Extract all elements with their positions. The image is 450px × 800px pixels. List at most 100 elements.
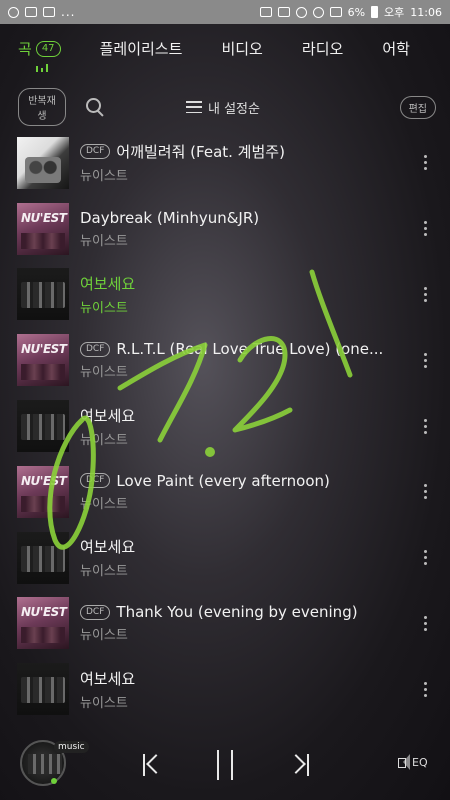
more-options-icon[interactable]	[410, 406, 440, 446]
sort-settings-icon	[186, 101, 202, 113]
status-bar: ... 6% 오후 11:06	[0, 0, 450, 24]
alarm-icon	[259, 7, 272, 17]
tab-language-label: 어학	[382, 40, 410, 58]
song-row[interactable]: DCF Thank You (evening by evening) 뉴이스트	[0, 591, 450, 657]
song-title: Daybreak (Minhyun&JR)	[80, 208, 260, 227]
song-artist: 뉴이스트	[80, 169, 128, 185]
album-art	[17, 597, 69, 650]
album-art	[17, 268, 69, 321]
song-info: Daybreak (Minhyun&JR) 뉴이스트	[80, 209, 410, 249]
image-icon	[25, 7, 37, 17]
equalizer-button[interactable]: EQ	[398, 754, 428, 770]
song-artist: 뉴이스트	[80, 432, 128, 448]
song-list: DCF 어깨빌려줘 (Feat. 계범주) 뉴이스트 Daybreak (Min…	[0, 130, 450, 722]
edit-button[interactable]: 편집	[399, 95, 436, 119]
more-options-icon[interactable]	[410, 472, 440, 512]
more-options-icon[interactable]	[410, 538, 440, 578]
song-title-line: DCF Thank You (evening by evening)	[80, 603, 410, 621]
song-info: 여보세요 뉴이스트	[80, 273, 410, 316]
album-art	[17, 663, 69, 716]
tab-radio-label: 라디오	[301, 40, 344, 58]
song-title: 어깨빌려줘 (Feat. 계범주)	[116, 143, 285, 162]
song-title: R.L.T.L (Real Love True Love) (one...	[116, 340, 384, 359]
more-options-icon[interactable]	[410, 603, 440, 643]
song-row[interactable]: DCF 어깨빌려줘 (Feat. 계범주) 뉴이스트	[0, 130, 450, 196]
song-title-line: 여보세요	[80, 405, 410, 426]
more-options-icon[interactable]	[410, 274, 440, 314]
more-options-icon[interactable]	[410, 143, 440, 183]
song-row[interactable]: 여보세요 뉴이스트	[0, 525, 450, 591]
list-toolbar: 반복재생 내 설정순 편집	[0, 84, 450, 130]
tab-videos-label: 비디오	[221, 40, 263, 58]
tab-songs[interactable]: 곡 47	[18, 38, 61, 59]
song-artist: 뉴이스트	[80, 628, 128, 644]
tab-playlists[interactable]: 플레이리스트	[100, 38, 183, 59]
song-title-line: 여보세요	[80, 668, 410, 689]
search-icon[interactable]	[84, 96, 106, 118]
next-track-icon[interactable]	[289, 754, 309, 776]
mail-icon	[43, 7, 55, 17]
song-title-line: 여보세요	[80, 273, 410, 294]
song-info: DCF R.L.T.L (Real Love True Love) (one..…	[80, 340, 410, 380]
speaker-icon	[398, 754, 410, 770]
song-title: 여보세요	[80, 274, 136, 293]
status-more: ...	[61, 5, 76, 19]
pause-icon[interactable]	[217, 750, 235, 780]
repeat-play-button[interactable]: 반복재생	[18, 88, 66, 126]
song-info: DCF Thank You (evening by evening) 뉴이스트	[80, 603, 410, 643]
more-options-icon[interactable]	[410, 340, 440, 380]
tab-radio[interactable]: 라디오	[302, 38, 343, 59]
dcf-badge: DCF	[80, 144, 111, 160]
song-info: DCF Love Paint (every afternoon) 뉴이스트	[80, 472, 410, 512]
tab-songs-label: 곡	[18, 40, 32, 58]
song-info: 여보세요 뉴이스트	[80, 405, 410, 448]
song-title-line: DCF Love Paint (every afternoon)	[80, 472, 410, 490]
song-title: Love Paint (every afternoon)	[116, 471, 330, 490]
song-title: 여보세요	[80, 669, 136, 688]
song-title-line: 여보세요	[80, 536, 410, 557]
previous-track-icon[interactable]	[143, 754, 163, 776]
album-art	[17, 334, 69, 387]
song-title-line: DCF 어깨빌려줘 (Feat. 계범주)	[80, 141, 410, 162]
clock: 11:06	[410, 5, 442, 19]
song-title-line: Daybreak (Minhyun&JR)	[80, 209, 410, 227]
song-row[interactable]: 여보세요 뉴이스트	[0, 393, 450, 459]
song-title: Thank You (evening by evening)	[116, 603, 358, 622]
song-artist: 뉴이스트	[80, 695, 128, 711]
album-art	[17, 202, 69, 255]
song-row[interactable]: DCF R.L.T.L (Real Love True Love) (one..…	[0, 327, 450, 393]
song-artist: 뉴이스트	[80, 233, 128, 249]
song-artist: 뉴이스트	[80, 496, 128, 512]
song-title: 여보세요	[80, 538, 136, 557]
mini-player: music EQ	[0, 720, 450, 800]
dcf-badge: DCF	[80, 473, 111, 489]
nfc-icon	[295, 6, 307, 18]
more-options-icon[interactable]	[410, 669, 440, 709]
meridiem: 오후	[384, 6, 405, 19]
notification-icon	[8, 6, 19, 18]
status-left-icons: ...	[8, 5, 75, 19]
song-row[interactable]: Daybreak (Minhyun&JR) 뉴이스트	[0, 196, 450, 262]
status-right-icons: 6% 오후 11:06	[259, 4, 442, 20]
song-info: 여보세요 뉴이스트	[80, 668, 410, 711]
song-row[interactable]: 여보세요 뉴이스트	[0, 656, 450, 722]
tab-videos[interactable]: 비디오	[221, 38, 262, 59]
dcf-badge: DCF	[80, 341, 111, 357]
wifi-icon	[312, 6, 324, 18]
album-art	[17, 136, 69, 189]
more-options-icon[interactable]	[410, 209, 440, 249]
album-art	[17, 400, 69, 453]
song-row-now-playing[interactable]: 여보세요 뉴이스트	[0, 262, 450, 328]
song-title-line: DCF R.L.T.L (Real Love True Love) (one..…	[80, 340, 410, 358]
now-playing-equalizer-icon	[36, 64, 48, 72]
dcf-badge: DCF	[80, 604, 111, 620]
eq-label: EQ	[412, 755, 428, 769]
album-art	[17, 465, 69, 518]
album-art	[17, 531, 69, 584]
tab-language[interactable]: 어학	[382, 38, 410, 59]
song-row[interactable]: DCF Love Paint (every afternoon) 뉴이스트	[0, 459, 450, 525]
song-info: DCF 어깨빌려줘 (Feat. 계범주) 뉴이스트	[80, 141, 410, 184]
sort-button[interactable]: 내 설정순	[186, 98, 260, 117]
song-count-badge: 47	[35, 40, 61, 57]
playing-indicator	[51, 778, 57, 784]
